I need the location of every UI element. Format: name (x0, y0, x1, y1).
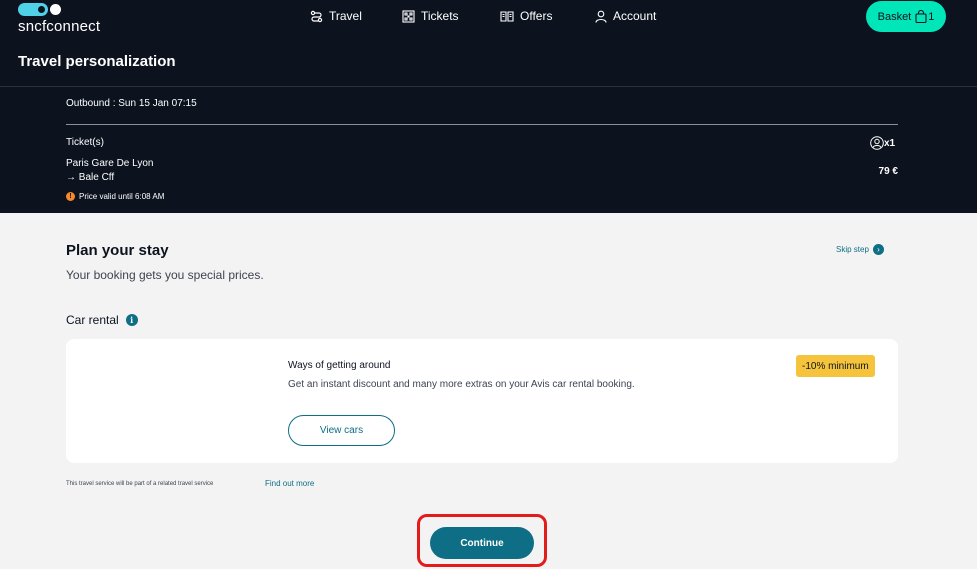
ticket-icon (402, 9, 415, 23)
destination-station: → Bale Cff (66, 172, 114, 183)
plan-your-stay-title: Plan your stay (66, 242, 169, 259)
continue-button[interactable]: Continue (430, 527, 534, 559)
logo-dot (36, 4, 47, 15)
skip-step-label: Skip step (836, 245, 869, 254)
price-validity: ! Price valid until 6:08 AM (66, 192, 164, 201)
car-rental-offer-card: Ways of getting around Get an instant di… (66, 339, 898, 463)
passenger-icon (870, 136, 884, 150)
find-out-more-link[interactable]: Find out more (265, 479, 314, 488)
car-rental-section-title: Car rental i (66, 313, 138, 327)
user-icon (595, 10, 607, 23)
page-title: Travel personalization (18, 53, 176, 70)
basket-button[interactable]: Basket 1 (866, 1, 946, 32)
header-divider (0, 86, 977, 87)
ticket-price: 79 € (878, 166, 898, 177)
basket-label: Basket (877, 10, 912, 23)
offer-title: Ways of getting around (288, 360, 391, 371)
nav-account-label: Account (613, 9, 657, 23)
logo-text: sncfconnect (18, 18, 101, 35)
nav-offers[interactable]: Offers (500, 8, 552, 24)
offer-description: Get an instant discount and many more ex… (288, 379, 635, 390)
basket-count: 1 (928, 10, 935, 23)
car-rental-label: Car rental (66, 313, 119, 327)
tickets-label: Ticket(s) (66, 137, 104, 148)
nav-account[interactable]: Account (595, 8, 656, 24)
route-icon (310, 10, 323, 22)
view-cars-button[interactable]: View cars (288, 415, 395, 446)
passenger-count-value: x1 (884, 137, 896, 149)
skip-step-link[interactable]: Skip step › (836, 244, 884, 255)
nav-tickets-label: Tickets (421, 9, 459, 23)
price-validity-text: Price valid until 6:08 AM (79, 192, 165, 201)
passenger-count: x1 (870, 136, 895, 150)
nav-travel[interactable]: Travel (310, 8, 362, 24)
chevron-right-icon: › (872, 244, 884, 255)
basket-bag-icon (915, 10, 927, 23)
nav-tickets[interactable]: Tickets (402, 8, 459, 24)
warning-icon: ! (66, 192, 75, 201)
journey-divider (66, 124, 898, 125)
outbound-summary: Outbound : Sun 15 Jan 07:15 (66, 98, 197, 109)
info-icon[interactable]: i (125, 314, 138, 326)
destination-name: Bale Cff (78, 172, 115, 183)
nav-offers-label: Offers (520, 9, 553, 23)
logo-dot (50, 4, 61, 15)
arrow-right-icon: → (66, 172, 76, 183)
nav-travel-label: Travel (329, 9, 362, 23)
sncf-connect-logo[interactable]: sncfconnect (18, 3, 108, 35)
discount-badge: -10% minimum (796, 355, 875, 377)
related-service-disclaimer: This travel service will be part of a re… (66, 481, 214, 487)
plan-your-stay-subtitle: Your booking gets you special prices. (66, 268, 264, 282)
book-icon (500, 10, 514, 22)
origin-station: Paris Gare De Lyon (66, 158, 154, 169)
